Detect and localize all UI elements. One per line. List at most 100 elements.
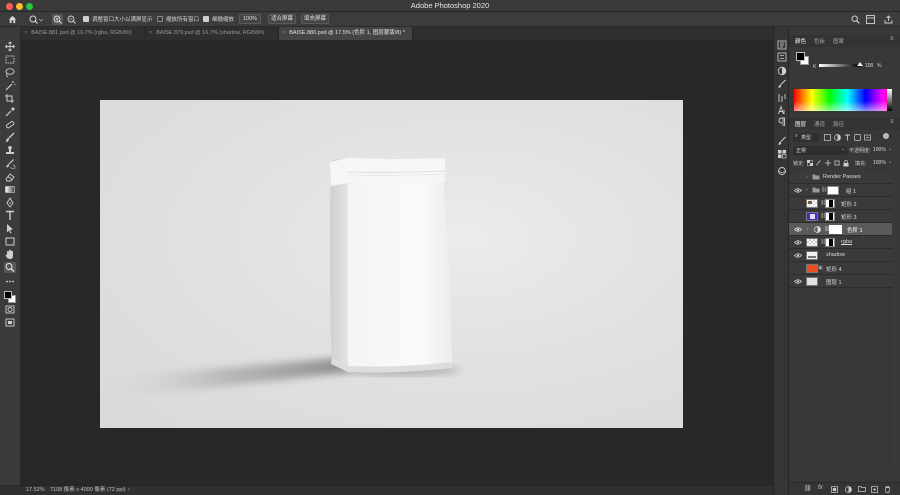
layer-mask-thumbnail[interactable]: [829, 225, 842, 234]
filter-pixel-icon[interactable]: [824, 134, 831, 141]
filter-shape-icon[interactable]: [854, 134, 861, 141]
layer-row-rect-3[interactable]: ⛓ 矩形 3: [789, 210, 892, 223]
panel-menu-icon[interactable]: ≡: [890, 119, 894, 125]
magic-wand-tool-icon[interactable]: [4, 80, 16, 91]
canvas-area[interactable]: [21, 40, 773, 485]
eye-icon[interactable]: [794, 253, 802, 258]
lock-transparent-icon[interactable]: [807, 160, 813, 166]
layer-thumbnail[interactable]: [806, 264, 818, 273]
workspace-icon[interactable]: [866, 15, 875, 24]
3d-panel-icon[interactable]: [777, 166, 787, 176]
tab-baise-880[interactable]: × BAISE.880.psd @ 17.5% (色阶 1, 图层蒙版/8) *: [279, 27, 413, 40]
filter-toggle-icon[interactable]: [883, 133, 889, 139]
foreground-color-swatch[interactable]: [4, 291, 12, 299]
crop-tool-icon[interactable]: [4, 93, 16, 104]
layer-row-rect-4[interactable]: ▣ 矩形 4: [789, 262, 892, 275]
layer-row-layer-1[interactable]: 图层 1: [789, 275, 892, 288]
zoom-all-windows-checkbox[interactable]: [157, 16, 163, 22]
lock-all-icon[interactable]: [843, 160, 849, 167]
k-slider-handle[interactable]: [857, 62, 863, 66]
lock-position-icon[interactable]: [825, 160, 831, 166]
tool-presets-icon[interactable]: [777, 136, 787, 146]
tab-close-icon[interactable]: ×: [24, 27, 27, 40]
filter-smart-object-icon[interactable]: [864, 134, 871, 141]
expand-chevron-icon[interactable]: ›: [806, 187, 808, 193]
brush-tool-icon[interactable]: [4, 132, 16, 143]
layer-thumbnail[interactable]: [806, 277, 818, 286]
tab-paths[interactable]: 路径: [833, 120, 844, 128]
path-selection-tool-icon[interactable]: [4, 223, 16, 234]
tab-channels[interactable]: 通道: [814, 120, 825, 128]
layer-mask-thumbnail[interactable]: [825, 238, 835, 247]
character-panel-icon[interactable]: [777, 105, 787, 115]
color-panel-swatches[interactable]: [795, 51, 810, 66]
filter-type-icon[interactable]: [844, 134, 851, 141]
new-layer-icon[interactable]: [871, 486, 878, 493]
layer-thumbnail[interactable]: [806, 212, 818, 221]
zoom-tool-icon[interactable]: [4, 262, 16, 273]
brushes-panel-icon[interactable]: [777, 79, 787, 89]
new-group-icon[interactable]: [858, 486, 866, 492]
clone-stamp-tool-icon[interactable]: [4, 145, 16, 156]
screen-mode-icon[interactable]: [4, 317, 16, 328]
add-mask-icon[interactable]: [831, 486, 838, 493]
eye-icon[interactable]: [794, 279, 802, 284]
move-tool-icon[interactable]: [4, 41, 16, 52]
status-menu-arrow[interactable]: ›: [128, 486, 130, 495]
layer-row-levels-1[interactable]: ↓ ⛓ 色阶 1: [789, 223, 892, 236]
k-channel-slider[interactable]: [819, 64, 860, 67]
eye-icon[interactable]: [794, 188, 802, 193]
history-brush-tool-icon[interactable]: [4, 158, 16, 170]
tab-close-icon[interactable]: ×: [282, 27, 285, 40]
layer-thumbnail[interactable]: [806, 251, 818, 260]
tab-close-icon[interactable]: ×: [149, 27, 152, 40]
zoom-tool-preset-icon[interactable]: [29, 15, 43, 24]
layer-row-rgba[interactable]: ⛓ rgba: [789, 236, 892, 249]
history-panel-icon[interactable]: [777, 40, 787, 50]
fill-value[interactable]: 100%: [873, 160, 886, 166]
path-panel-icon[interactable]: [777, 93, 787, 103]
new-adjustment-icon[interactable]: [845, 486, 852, 493]
hand-tool-icon[interactable]: [4, 249, 16, 260]
trash-icon[interactable]: [884, 486, 891, 493]
layer-row-rect-2[interactable]: ⛓ 矩形 2: [789, 197, 892, 210]
home-icon[interactable]: [8, 15, 17, 24]
opacity-value[interactable]: 100%: [873, 147, 886, 153]
tab-layers[interactable]: 图层: [795, 120, 806, 128]
eye-icon[interactable]: [794, 240, 802, 245]
swatches-panel-icon[interactable]: [777, 149, 787, 159]
gradient-tool-icon[interactable]: [4, 184, 16, 195]
spectrum-bw-strip[interactable]: [887, 89, 892, 111]
layer-row-shadow[interactable]: shadow: [789, 249, 892, 262]
layer-mask-thumbnail[interactable]: [825, 212, 835, 221]
fill-screen-button[interactable]: 填充屏幕: [301, 14, 329, 24]
marquee-tool-icon[interactable]: [4, 54, 16, 65]
tab-patterns[interactable]: 图案: [833, 37, 844, 45]
eraser-tool-icon[interactable]: [4, 171, 16, 182]
lock-artboard-icon[interactable]: [834, 160, 840, 166]
layer-row-render-passes[interactable]: › Render Passes: [789, 171, 892, 184]
expand-chevron-icon[interactable]: ›: [806, 174, 808, 180]
layer-kind-filter[interactable]: ⌕ 类型: [793, 133, 819, 142]
tab-swatches[interactable]: 色板: [814, 37, 825, 45]
tab-color[interactable]: 颜色: [795, 37, 806, 45]
resize-windows-checkbox[interactable]: [83, 16, 89, 22]
tab-baise-879[interactable]: × BAISE.879.psd @ 16.7% (shadow, RGB/8#): [146, 27, 279, 40]
lasso-tool-icon[interactable]: [4, 67, 16, 78]
foreground-color-chip[interactable]: [796, 52, 805, 61]
layer-style-icon[interactable]: fx: [818, 485, 823, 491]
fit-screen-button[interactable]: 适合屏幕: [268, 14, 296, 24]
document-canvas[interactable]: [100, 100, 683, 428]
tab-baise-881[interactable]: × BAISE.881.psd @ 16.7% (rgba, RGB/8#): [21, 27, 146, 40]
layers-scrollbar[interactable]: [893, 171, 898, 471]
layer-thumbnail[interactable]: [806, 199, 818, 208]
lock-pixels-icon[interactable]: [816, 160, 822, 166]
filter-adjustment-icon[interactable]: [834, 134, 841, 141]
layer-mask-thumbnail[interactable]: [827, 186, 839, 195]
zoom-out-icon[interactable]: [66, 14, 77, 25]
pen-tool-icon[interactable]: [4, 197, 16, 208]
zoom-value-field[interactable]: 100%: [239, 14, 261, 24]
spot-healing-tool-icon[interactable]: [4, 119, 16, 130]
blend-mode-select[interactable]: 正常 ⌄: [793, 146, 847, 155]
color-swatches[interactable]: [3, 290, 18, 305]
